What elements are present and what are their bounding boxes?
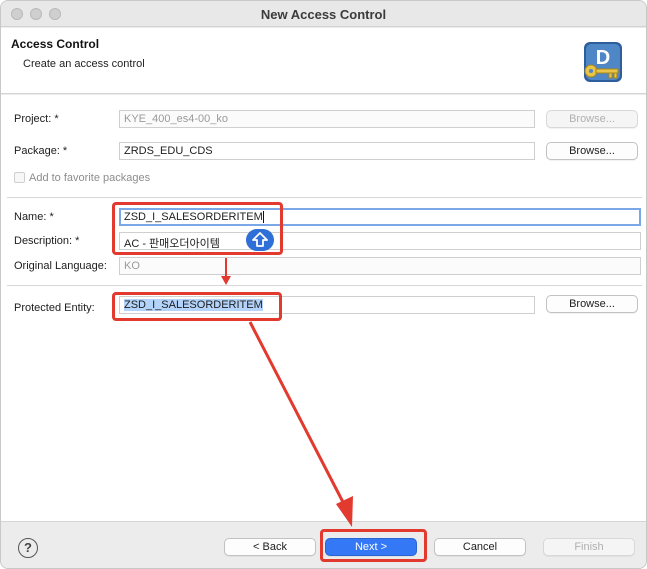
package-label: Package: * (14, 145, 68, 157)
favorite-label: Add to favorite packages (29, 172, 151, 184)
package-browse-button[interactable]: Browse... (546, 142, 638, 160)
annotation-box-name-description (112, 202, 283, 255)
project-label: Project: * (14, 113, 59, 125)
separator (7, 197, 642, 198)
finish-button: Finish (543, 538, 635, 556)
back-button[interactable]: < Back (224, 538, 316, 556)
project-browse-button: Browse... (546, 110, 638, 128)
language-field: KO (119, 257, 641, 275)
wizard-header: Access Control Create an access control … (1, 28, 646, 94)
title-bar: New Access Control (1, 1, 646, 27)
annotation-box-protected-entity (112, 292, 282, 321)
package-field[interactable]: ZRDS_EDU_CDS (119, 142, 535, 160)
wizard-key-icon: D (584, 42, 622, 82)
dialog-window: New Access Control Access Control Create… (0, 0, 647, 569)
language-label: Original Language: (14, 260, 107, 272)
name-label: Name: * (14, 211, 54, 223)
window-title: New Access Control (260, 7, 387, 22)
project-field: KYE_400_es4-00_ko (119, 110, 535, 128)
entity-browse-button[interactable]: Browse... (546, 295, 638, 313)
favorite-checkbox[interactable] (14, 172, 25, 183)
header-subtitle: Create an access control (23, 58, 145, 70)
description-label: Description: * (14, 235, 80, 247)
entity-label: Protected Entity: (14, 302, 95, 314)
svg-text:D: D (596, 47, 610, 69)
header-title: Access Control (11, 37, 100, 51)
help-icon[interactable]: ? (18, 538, 38, 558)
annotation-box-next (320, 529, 427, 562)
cancel-button[interactable]: Cancel (434, 538, 526, 556)
separator (7, 285, 642, 286)
